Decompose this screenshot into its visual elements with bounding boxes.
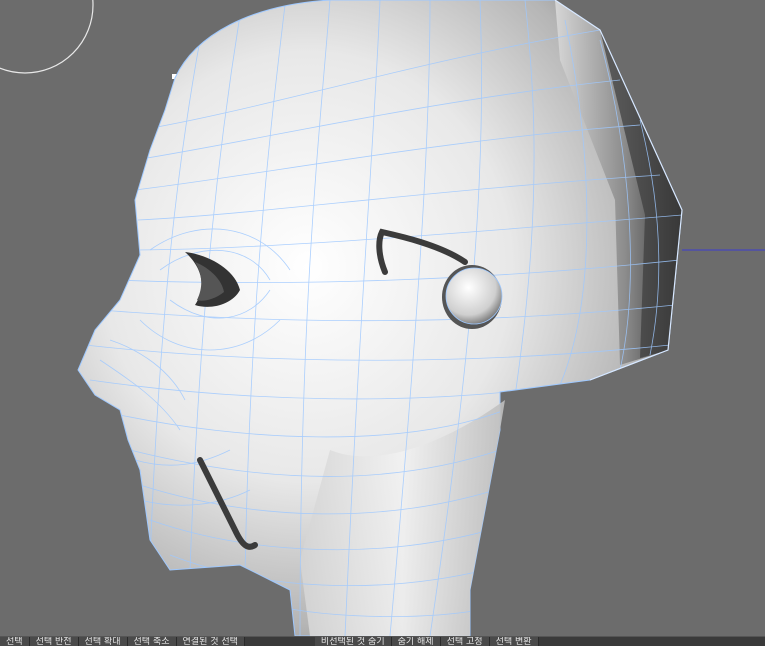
hide-unselected-button[interactable]: 비선택된 것 숨기 <box>314 637 392 646</box>
shrink-selection-button[interactable]: 선택 축소 <box>127 637 177 646</box>
modeling-app: 선택 선택 반전 선택 확대 선택 축소 연결된 것 선택 비선택된 것 숨기 … <box>0 0 765 646</box>
bottom-menu-bar: 선택 선택 반전 선택 확대 선택 축소 연결된 것 선택 비선택된 것 숨기 … <box>0 636 765 646</box>
lock-selection-button[interactable]: 선택 고정 <box>440 637 490 646</box>
ear-sphere <box>445 267 503 325</box>
view-gizmo-circle <box>0 0 94 74</box>
grow-selection-button[interactable]: 선택 확대 <box>78 637 128 646</box>
select-connected-button[interactable]: 연결된 것 선택 <box>176 637 245 646</box>
convert-selection-button[interactable]: 선택 변환 <box>489 637 539 646</box>
head-mesh[interactable] <box>77 0 683 636</box>
select-button[interactable]: 선택 <box>0 637 30 646</box>
unhide-button[interactable]: 숨기 해제 <box>391 637 441 646</box>
viewport-canvas[interactable] <box>0 0 765 636</box>
3d-viewport[interactable] <box>0 0 765 636</box>
invert-selection-button[interactable]: 선택 반전 <box>29 637 79 646</box>
menu-spacer <box>245 637 315 646</box>
